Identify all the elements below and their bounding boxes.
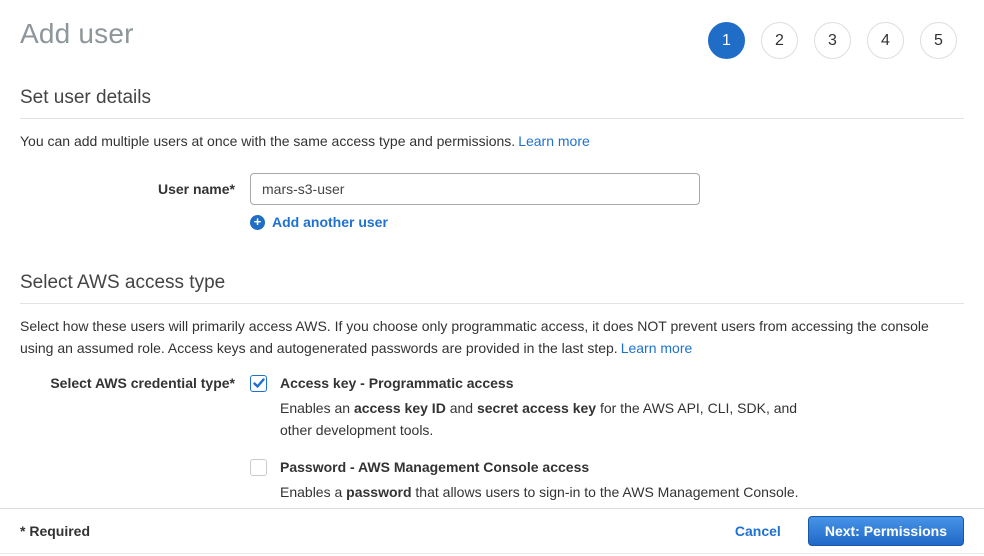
password-option-title: Password - AWS Management Console access [280, 458, 799, 477]
user-name-input[interactable] [250, 173, 700, 205]
add-user-page: Add user 1 2 3 4 5 Set user details You … [0, 0, 984, 556]
add-another-user-row: + Add another user [20, 214, 964, 230]
access-type-intro: Select how these users will primarily ac… [20, 315, 964, 359]
password-option-description: Enables a password that allows users to … [280, 481, 799, 503]
option-password: Password - AWS Management Console access… [250, 458, 807, 503]
password-option-body: Password - AWS Management Console access… [280, 458, 799, 503]
password-checkbox[interactable] [250, 459, 267, 476]
plus-icon: + [250, 215, 265, 230]
access-type-intro-text: Select how these users will primarily ac… [20, 318, 929, 356]
access-key-option-title: Access key - Programmatic access [280, 374, 807, 393]
add-another-user-label: Add another user [272, 214, 388, 230]
credential-type-label: Select AWS credential type* [20, 374, 250, 393]
user-name-label: User name* [20, 173, 250, 205]
wizard-footer: * Required Cancel Next: Permissions [0, 508, 984, 554]
section-user-details: Set user details You can add multiple us… [20, 59, 964, 230]
section-heading-user-details: Set user details [20, 87, 964, 109]
credential-type-row: Select AWS credential type* Access key -… [20, 374, 964, 503]
checkmark-icon [253, 378, 265, 389]
page-header: Add user 1 2 3 4 5 [20, 0, 964, 59]
learn-more-link-user-details[interactable]: Learn more [518, 133, 590, 149]
wizard-step-indicator: 1 2 3 4 5 [708, 22, 957, 59]
required-note: * Required [20, 523, 90, 539]
wizard-step-3: 3 [814, 22, 851, 59]
wizard-step-4: 4 [867, 22, 904, 59]
user-details-intro: You can add multiple users at once with … [20, 130, 964, 152]
footer-actions: Cancel Next: Permissions [735, 516, 964, 546]
option-access-key: Access key - Programmatic access Enables… [250, 374, 807, 441]
page-title: Add user [20, 18, 134, 50]
learn-more-link-access-type[interactable]: Learn more [621, 340, 693, 356]
user-name-row: User name* [20, 173, 964, 205]
section-divider [20, 118, 964, 119]
section-divider [20, 303, 964, 304]
wizard-step-1: 1 [708, 22, 745, 59]
add-another-user-button[interactable]: + Add another user [250, 214, 388, 230]
user-details-intro-text: You can add multiple users at once with … [20, 133, 515, 149]
section-heading-access-type: Select AWS access type [20, 272, 964, 294]
wizard-step-2: 2 [761, 22, 798, 59]
wizard-step-5: 5 [920, 22, 957, 59]
access-key-checkbox[interactable] [250, 375, 267, 392]
access-key-option-body: Access key - Programmatic access Enables… [280, 374, 807, 441]
credential-options: Access key - Programmatic access Enables… [250, 374, 807, 503]
access-key-option-description: Enables an access key ID and secret acce… [280, 397, 807, 441]
cancel-button[interactable]: Cancel [735, 523, 781, 539]
next-permissions-button[interactable]: Next: Permissions [808, 516, 964, 546]
section-access-type: Select AWS access type Select how these … [20, 230, 964, 503]
